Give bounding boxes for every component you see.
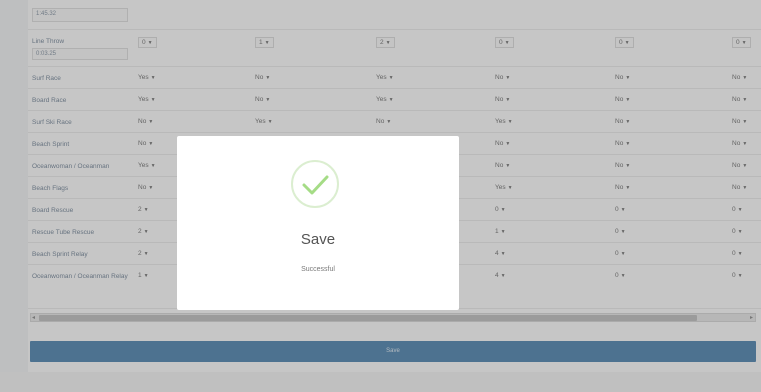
dialog-title: Save bbox=[300, 231, 336, 248]
checkmark-icon bbox=[291, 160, 339, 208]
dialog-message: Successful bbox=[301, 266, 335, 273]
success-dialog: Save Successful bbox=[177, 136, 459, 310]
